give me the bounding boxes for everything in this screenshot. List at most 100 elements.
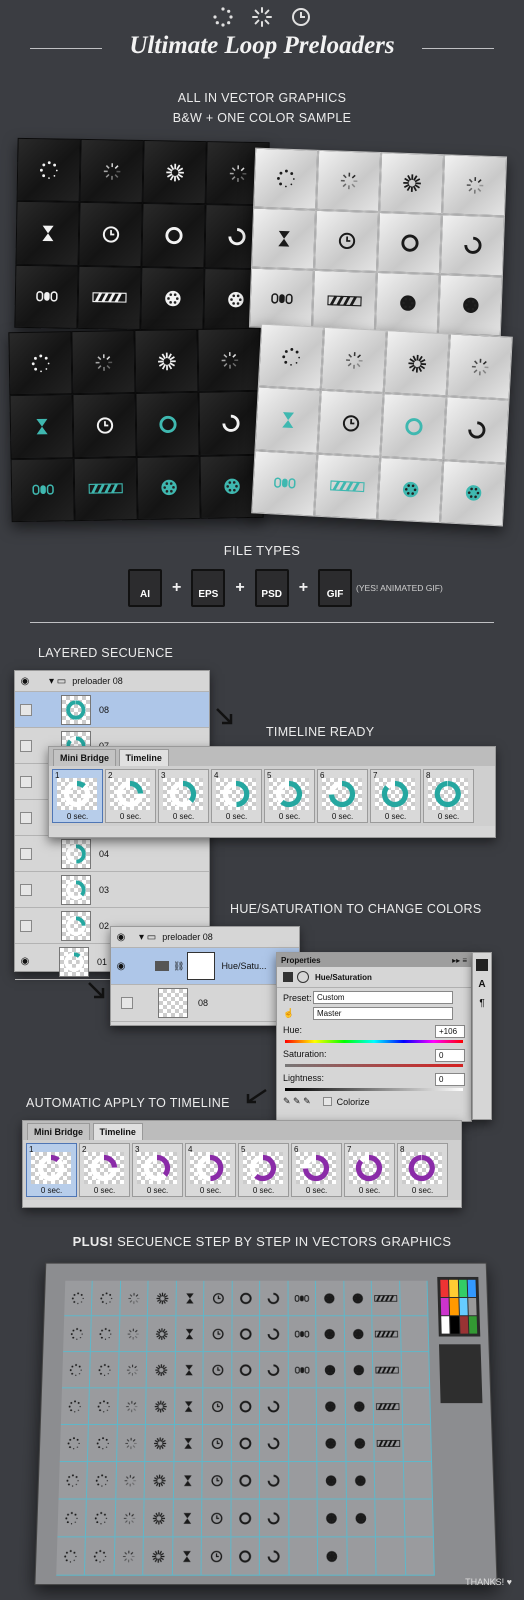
frame-delay[interactable]: 0 sec. [106,812,155,821]
eps-file-icon: EPS [191,569,226,607]
frame-delay[interactable]: 0 sec. [80,1186,129,1195]
sequence-cell [402,1424,433,1463]
channel-select[interactable]: Master [313,1007,453,1020]
eyedropper-icons[interactable]: ✎ ✎ ✎ [283,1096,311,1107]
visibility-toggle[interactable] [121,997,133,1009]
timeline-frame[interactable]: 60 sec. [291,1143,342,1197]
eye-icon[interactable]: ◉ [15,956,35,967]
sequence-cell [146,1352,176,1389]
lightness-field[interactable]: 0 [435,1073,465,1086]
timeline-frame[interactable]: 40 sec. [185,1143,236,1197]
dark-color-panel [8,327,264,523]
visibility-toggle[interactable] [20,847,32,860]
preloader-icon [380,393,447,460]
frame-delay[interactable]: 0 sec. [239,1186,288,1195]
timeline-frame[interactable]: 80 sec. [423,769,474,823]
layered-heading: LAYERED SECUENCE [38,646,174,660]
preloader-icon [446,333,513,400]
saturation-field[interactable]: 0 [435,1049,465,1062]
frame-delay[interactable]: 0 sec. [371,812,420,821]
layer-group-row[interactable]: ◉ ▾ ▭ preloader 08 [15,671,209,692]
visibility-toggle[interactable] [20,883,32,896]
visibility-toggle[interactable] [20,739,32,752]
sequence-cell [57,1499,88,1538]
hand-tool-icon[interactable]: ☝ [283,1008,313,1019]
eye-icon[interactable]: ◉ [111,932,131,943]
preloader-icon [377,456,444,524]
frame-delay[interactable]: 0 sec. [159,812,208,821]
sequence-cell [232,1316,261,1353]
timeline-frame[interactable]: 20 sec. [79,1143,130,1197]
frame-delay[interactable]: 0 sec. [424,812,473,821]
hue-layer-row[interactable]: 08 [111,985,299,1022]
layer-name: 01 [97,956,108,967]
visibility-toggle[interactable] [20,919,32,932]
layer-row[interactable]: 04 [15,836,209,872]
layer-row[interactable]: 08 [15,692,209,728]
timeline-frame[interactable]: 10 sec. [52,769,103,823]
colorize-label: Colorize [336,1096,370,1107]
sequence-cell [231,1499,261,1538]
colorize-checkbox[interactable] [322,1097,332,1106]
paragraph-icon[interactable]: ¶ [479,998,484,1009]
auto-heading: AUTOMATIC APPLY TO TIMELINE [26,1096,230,1110]
vector-sequence-sheet [34,1262,498,1586]
timeline-frame[interactable]: 70 sec. [370,769,421,823]
panel-menu-icon[interactable]: ▸▸ ≡ [452,956,467,965]
timeline-frame[interactable]: 70 sec. [344,1143,395,1197]
hue-adjust-row[interactable]: ◉ ⛓ Hue/Satu... [111,948,299,985]
tab-timeline[interactable]: Timeline [92,1123,143,1140]
frame-delay[interactable]: 0 sec. [212,812,261,821]
sequence-grid [56,1280,435,1576]
sample-line-2: B&W + ONE COLOR SAMPLE [172,111,352,125]
hue-field[interactable]: +106 [435,1025,465,1038]
timeline-frame[interactable]: 60 sec. [317,769,368,823]
hue-group-row[interactable]: ◉ ▾ ▭ preloader 08 [111,927,299,948]
timeline-frame[interactable]: 30 sec. [132,1143,183,1197]
histogram-icon[interactable] [476,959,488,971]
timeline-frame[interactable]: 10 sec. [26,1143,77,1197]
frame-delay[interactable]: 0 sec. [27,1186,76,1195]
frame-delay[interactable]: 0 sec. [345,1186,394,1195]
frame-thumbnail [375,778,415,810]
timeline-frame[interactable]: 50 sec. [264,769,315,823]
sequence-cell [371,1280,401,1317]
layer-row[interactable]: 03 [15,872,209,908]
timeline-frame[interactable]: 30 sec. [158,769,209,823]
timeline-frame[interactable]: 20 sec. [105,769,156,823]
gif-note: (YES! ANIMATED GIF) [356,583,443,593]
timeline-frame[interactable]: 40 sec. [211,769,262,823]
sequence-cell [230,1537,261,1576]
timeline-frame[interactable]: 80 sec. [397,1143,448,1197]
eye-icon[interactable]: ◉ [15,676,35,687]
folder-icon: ▾ ▭ [49,675,67,687]
tab-timeline[interactable]: Timeline [118,749,169,766]
frame-delay[interactable]: 0 sec. [265,812,314,821]
character-icon[interactable]: A [478,979,485,990]
frame-delay[interactable]: 0 sec. [53,812,102,821]
frame-delay[interactable]: 0 sec. [186,1186,235,1195]
frame-delay[interactable]: 0 sec. [398,1186,447,1195]
header-icons [212,6,312,28]
mask-icon[interactable] [297,971,309,983]
page-title: Ultimate Loop Preloaders [129,32,395,59]
preloader-icon [77,265,142,330]
light-bw-panel [248,147,508,337]
visibility-toggle[interactable] [20,703,32,716]
tab-mini-bridge[interactable]: Mini Bridge [27,1123,90,1140]
visibility-toggle[interactable] [20,811,32,824]
timeline-frame[interactable]: 50 sec. [238,1143,289,1197]
sequence-cell [345,1388,375,1425]
sequence-cell [374,1462,405,1500]
eye-icon[interactable]: ◉ [111,961,131,972]
preloader-icon [314,453,381,520]
preset-select[interactable]: Custom [313,991,453,1004]
frame-delay[interactable]: 0 sec. [292,1186,341,1195]
thanks-text: THANKS! ♥ [465,1577,512,1587]
frame-delay[interactable]: 0 sec. [133,1186,182,1195]
preloader-icon [14,264,79,329]
visibility-toggle[interactable] [20,775,32,788]
tab-mini-bridge[interactable]: Mini Bridge [53,749,116,766]
frame-delay[interactable]: 0 sec. [318,812,367,821]
sequence-cell [90,1352,120,1389]
